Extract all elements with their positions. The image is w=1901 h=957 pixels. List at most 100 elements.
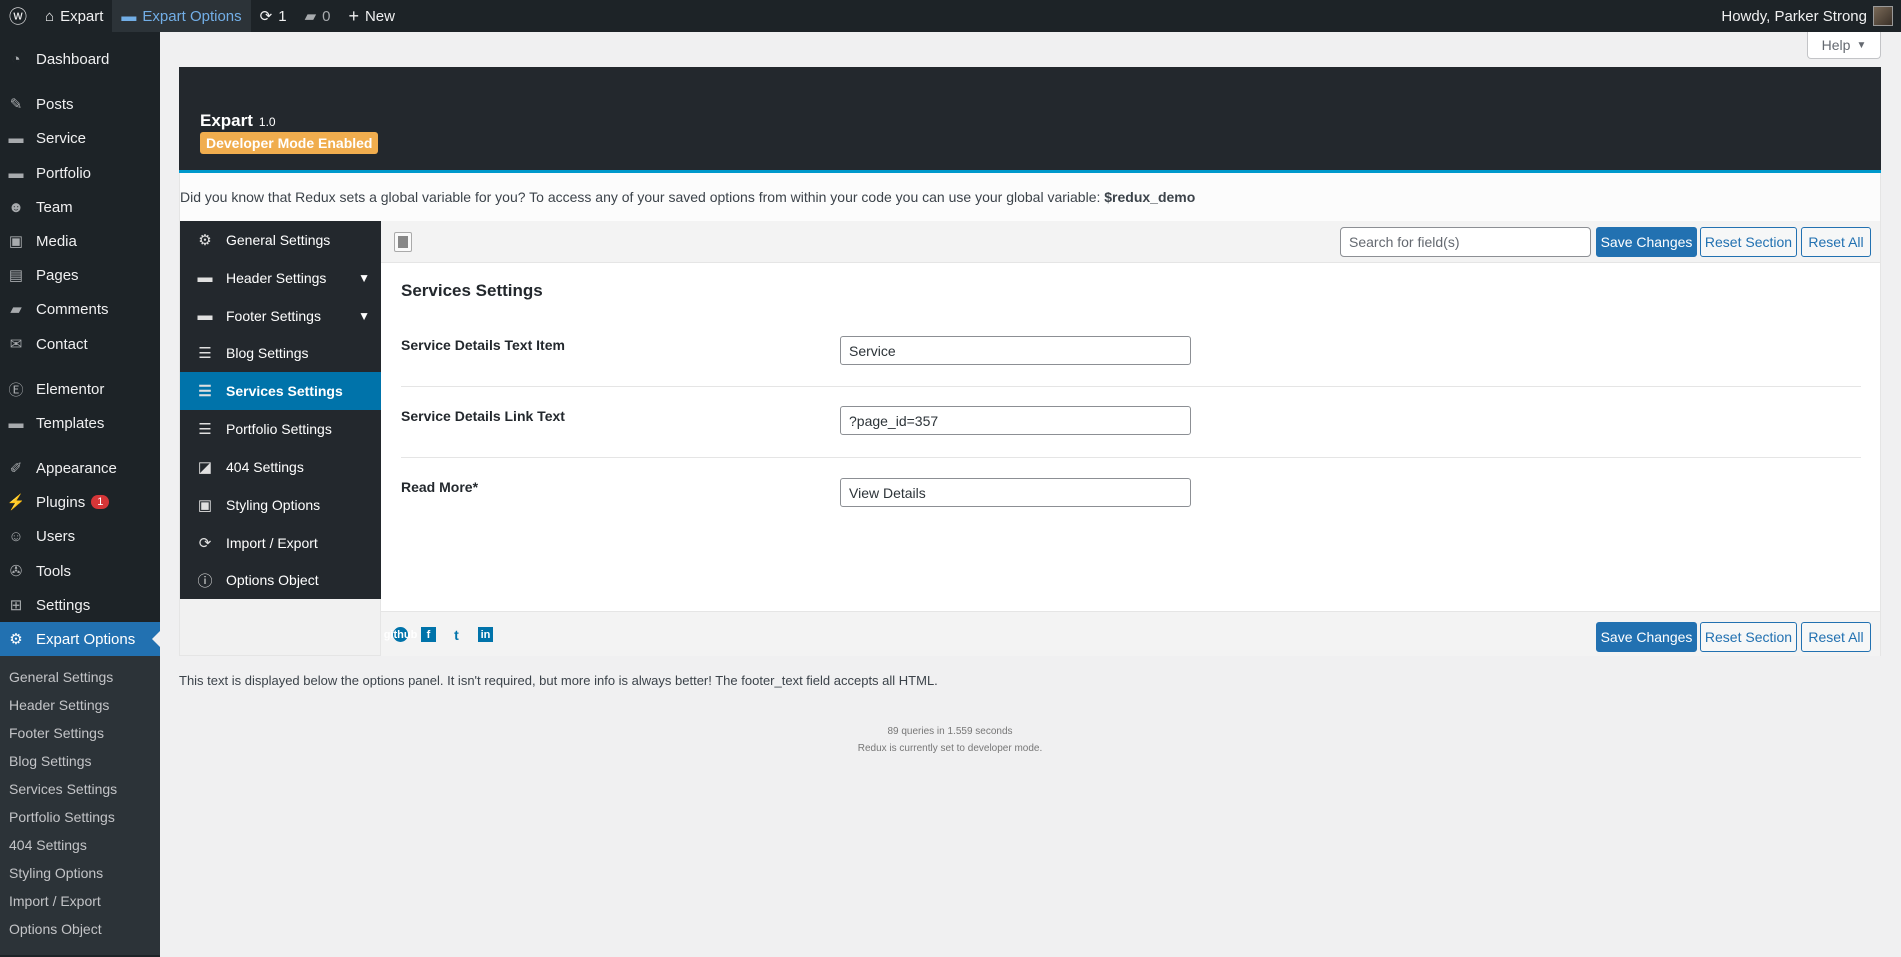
section-icon: ▬ bbox=[197, 269, 213, 287]
gear-icon: ⚙ bbox=[9, 631, 23, 648]
menu-label: Templates bbox=[36, 414, 105, 432]
section-nav-portfolio-settings[interactable]: ☰ Portfolio Settings bbox=[180, 410, 382, 449]
field-label: Service Details Text Item bbox=[401, 337, 565, 353]
updates-count: 1 bbox=[278, 7, 287, 25]
section-title: Services Settings bbox=[401, 281, 543, 300]
reset-all-button[interactable]: Reset All bbox=[1801, 227, 1871, 257]
section-nav-styling-options[interactable]: ▣ Styling Options bbox=[180, 485, 382, 524]
menu-item-expart-options[interactable]: ⚙ Expart Options bbox=[0, 622, 160, 656]
settings-icon: ⊞ bbox=[9, 597, 23, 614]
menu-item-portfolio[interactable]: ▬ Portfolio bbox=[0, 156, 160, 190]
submenu-item[interactable]: Header Settings bbox=[9, 697, 109, 713]
reset-section-button[interactable]: Reset Section bbox=[1700, 227, 1797, 257]
submenu-item[interactable]: Options Object bbox=[9, 921, 102, 937]
dev-mode-badge: Developer Mode Enabled bbox=[200, 132, 379, 154]
menu-item-elementor[interactable]: Ⓔ Elementor bbox=[0, 372, 160, 406]
read-more-input[interactable] bbox=[840, 478, 1191, 507]
service-details-text-input[interactable] bbox=[840, 336, 1191, 365]
menu-item-team[interactable]: ☻ Team bbox=[0, 190, 160, 224]
folder-icon: ▬ bbox=[8, 164, 24, 182]
menu-item-templates[interactable]: ▬ Templates bbox=[0, 406, 160, 440]
section-nav-general-settings[interactable]: ⚙ General Settings bbox=[180, 221, 382, 259]
service-details-link-input[interactable] bbox=[840, 406, 1191, 435]
save-changes-button[interactable]: Save Changes bbox=[1596, 227, 1697, 257]
reset-section-button-bottom[interactable]: Reset Section bbox=[1700, 622, 1797, 652]
panel-toolbar: Save Changes Reset Section Reset All bbox=[381, 221, 1880, 263]
linkedin-icon[interactable]: in bbox=[478, 627, 493, 642]
comments-link[interactable]: ▰ 0 bbox=[296, 0, 340, 32]
facebook-icon[interactable]: f bbox=[421, 627, 436, 642]
elementor-icon: Ⓔ bbox=[8, 381, 24, 399]
section-nav-header-settings[interactable]: ▬ Header Settings ▼ bbox=[180, 258, 382, 297]
chevron-down-icon[interactable]: ▼ bbox=[358, 309, 370, 323]
query-stats: 89 queries in 1.559 seconds bbox=[887, 726, 1013, 737]
section-nav-404-settings[interactable]: ◪ 404 Settings bbox=[180, 447, 382, 486]
menu-label: Comments bbox=[36, 300, 109, 318]
section-icon: ◪ bbox=[197, 458, 213, 476]
menu-label: Elementor bbox=[36, 380, 105, 398]
expand-options-icon[interactable] bbox=[394, 232, 412, 252]
save-changes-button-bottom[interactable]: Save Changes bbox=[1596, 622, 1697, 652]
section-icon: ☰ bbox=[198, 383, 212, 401]
submenu-item[interactable]: General Settings bbox=[9, 669, 113, 685]
site-name-link[interactable]: ⌂ Expart bbox=[36, 0, 112, 32]
menu-item-media[interactable]: ▣ Media bbox=[0, 224, 160, 258]
pages-icon: ▤ bbox=[8, 267, 24, 284]
submenu-item[interactable]: Services Settings bbox=[9, 781, 117, 797]
menu-item-tools[interactable]: ✇ Tools bbox=[0, 554, 160, 588]
menu-label: Expart Options bbox=[36, 630, 136, 648]
menu-item-users[interactable]: ☺ Users bbox=[0, 519, 160, 553]
menu-label: Tools bbox=[36, 562, 72, 580]
submenu-item[interactable]: Portfolio Settings bbox=[9, 809, 115, 825]
github-icon[interactable]: github bbox=[384, 627, 417, 642]
section-label: Footer Settings bbox=[226, 307, 321, 324]
search-field-input[interactable] bbox=[1340, 227, 1591, 257]
menu-item-service[interactable]: ▬ Service bbox=[0, 121, 160, 155]
menu-item-comments[interactable]: ▰ Comments bbox=[0, 292, 160, 326]
updates-link[interactable]: ⟳ 1 bbox=[251, 0, 296, 32]
info-text: Did you know that Redux sets a global va… bbox=[180, 189, 1101, 205]
new-content-link[interactable]: + New bbox=[339, 0, 404, 32]
submenu-item[interactable]: Styling Options bbox=[9, 865, 103, 881]
menu-label: Dashboard bbox=[36, 50, 110, 68]
caret-down-icon: ▼ bbox=[1856, 39, 1867, 51]
menu-item-settings[interactable]: ⊞ Settings bbox=[0, 588, 160, 622]
expart-options-label: Expart Options bbox=[142, 7, 242, 25]
reset-all-button-bottom[interactable]: Reset All bbox=[1801, 622, 1871, 652]
submenu-item[interactable]: Blog Settings bbox=[9, 753, 92, 769]
plus-icon: + bbox=[348, 5, 359, 26]
menu-item-plugins[interactable]: ⚡ Plugins 1 bbox=[0, 485, 160, 519]
wordpress-logo-icon[interactable]: ⓦ bbox=[0, 0, 36, 32]
section-icon: ☰ bbox=[198, 345, 212, 363]
folder-icon: ▬ bbox=[121, 7, 137, 25]
section-label: 404 Settings bbox=[226, 458, 304, 475]
section-nav-blog-settings[interactable]: ☰ Blog Settings bbox=[180, 334, 382, 373]
menu-item-contact[interactable]: ✉ Contact bbox=[0, 327, 160, 361]
section-icon: ⚙ bbox=[198, 232, 212, 249]
section-nav-footer-settings[interactable]: ▬ Footer Settings ▼ bbox=[180, 296, 382, 335]
section-label: Services Settings bbox=[226, 383, 343, 400]
help-button[interactable]: Help ▼ bbox=[1807, 32, 1881, 59]
expart-options-link[interactable]: ▬ Expart Options bbox=[112, 0, 251, 32]
section-nav-services-settings[interactable]: ☰ Services Settings bbox=[180, 372, 382, 411]
submenu-item[interactable]: 404 Settings bbox=[9, 837, 87, 853]
section-icon: ⟳ bbox=[198, 534, 212, 552]
menu-item-pages[interactable]: ▤ Pages bbox=[0, 258, 160, 292]
divider bbox=[401, 386, 1861, 387]
menu-label: Pages bbox=[36, 266, 79, 284]
plugin-icon: ⚡ bbox=[6, 494, 26, 511]
media-icon: ▣ bbox=[8, 233, 24, 250]
menu-item-dashboard[interactable]: ◔ Dashboard bbox=[0, 42, 160, 76]
my-account-link[interactable]: Howdy, Parker Strong bbox=[1712, 0, 1901, 32]
info-notice: Did you know that Redux sets a global va… bbox=[179, 173, 1881, 221]
twitter-icon[interactable]: t bbox=[449, 627, 464, 643]
submenu-item[interactable]: Import / Export bbox=[9, 893, 101, 909]
section-icon: ☰ bbox=[198, 421, 212, 439]
theme-name: Expart bbox=[200, 111, 253, 130]
menu-item-posts[interactable]: ✎ Posts bbox=[0, 87, 160, 121]
chevron-down-icon[interactable]: ▼ bbox=[358, 271, 370, 285]
section-nav-import-export[interactable]: ⟳ Import / Export bbox=[180, 523, 382, 562]
menu-item-appearance[interactable]: ✐ Appearance bbox=[0, 451, 160, 485]
menu-label: Team bbox=[36, 198, 73, 216]
section-nav-options-object[interactable]: ⓘ Options Object bbox=[180, 561, 382, 600]
